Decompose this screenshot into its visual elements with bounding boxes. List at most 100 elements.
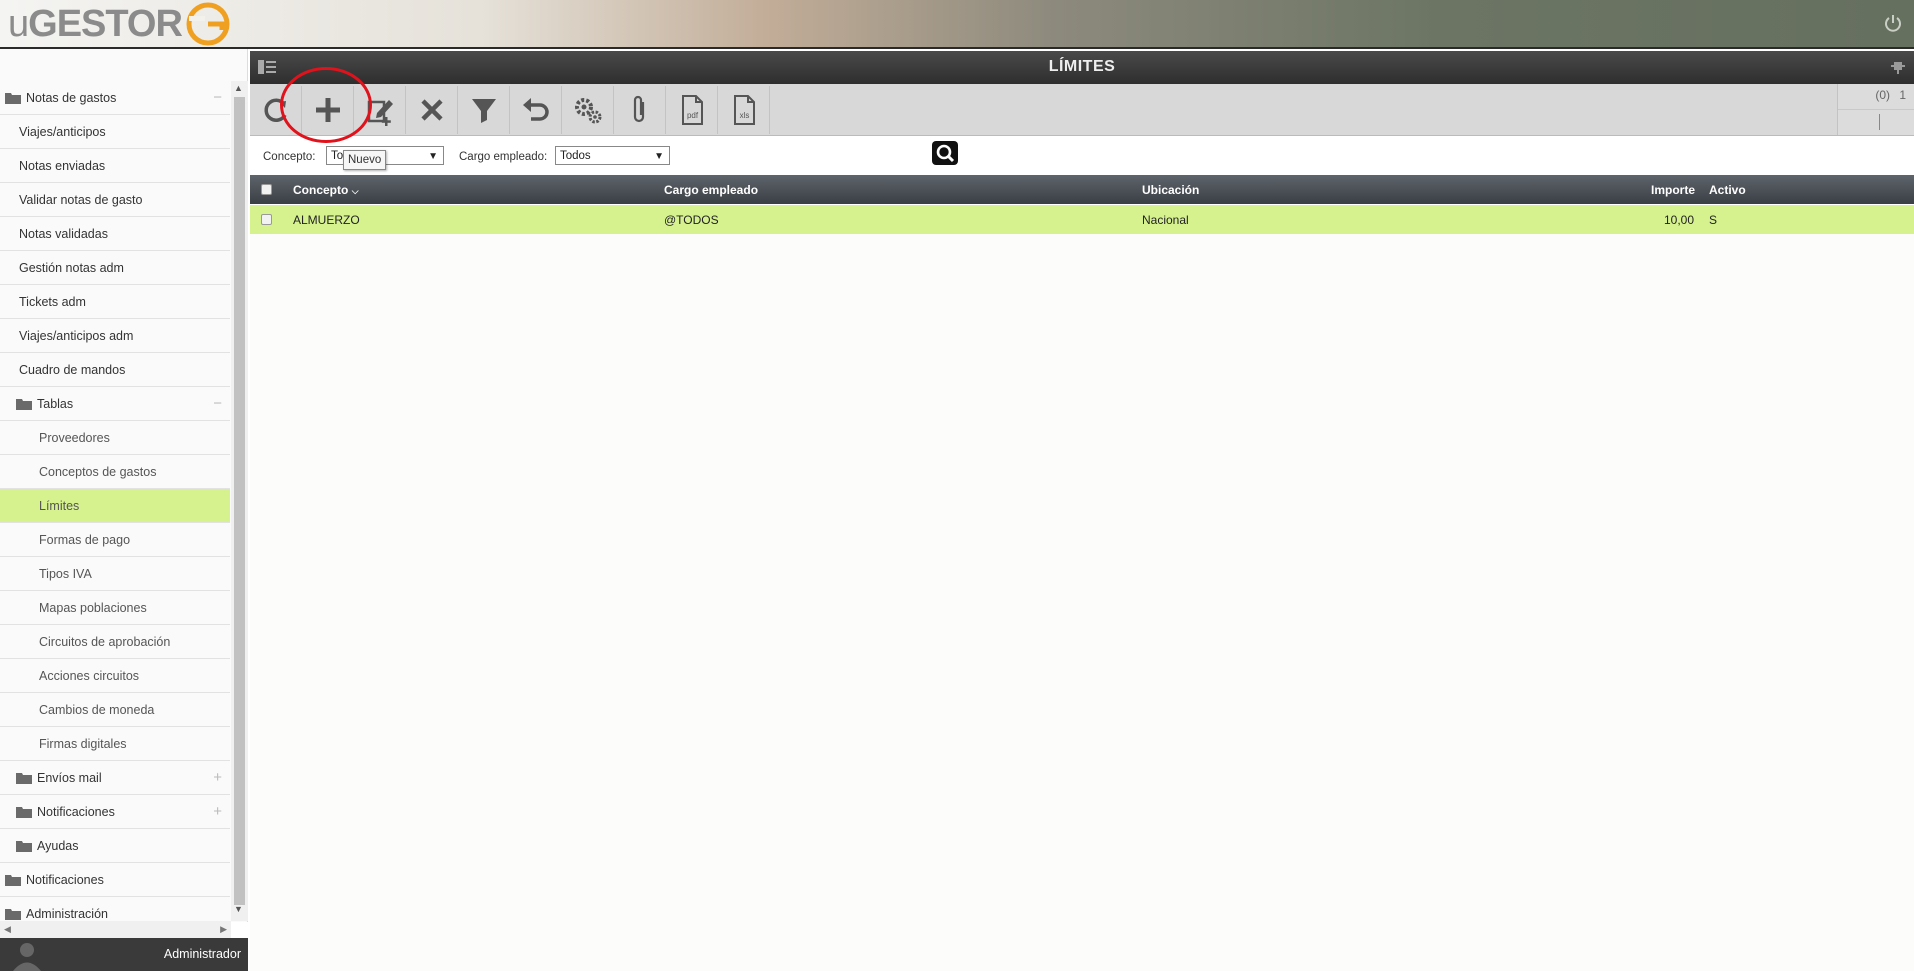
sidebar-item-4[interactable]: Notas validadas	[0, 217, 230, 251]
sidebar-item-9[interactable]: Tablas −	[0, 387, 230, 421]
cell-importe: 10,00	[1664, 213, 1695, 227]
filter-bar: Concepto: To ▼ Cargo empleado: Todos ▼	[250, 137, 1914, 175]
folder-icon	[5, 93, 21, 104]
sidebar-item-label: Ayudas	[37, 838, 79, 853]
user-name[interactable]: Administrador	[164, 947, 241, 961]
close-icon	[420, 99, 443, 121]
cell-activo: S	[1709, 213, 1718, 227]
sidebar-item-8[interactable]: Cuadro de mandos	[0, 353, 230, 387]
sidebar-item-2[interactable]: Notas enviadas	[0, 149, 230, 183]
xls-icon: xls	[733, 95, 755, 125]
sidebar-item-14[interactable]: Tipos IVA	[0, 557, 230, 591]
xls-label: xls	[739, 111, 749, 120]
xls-button[interactable]: xls	[718, 86, 770, 134]
folder-icon	[16, 773, 32, 784]
collapse-icon[interactable]: −	[213, 395, 222, 412]
scroll-up-arrow-icon[interactable]: ▲	[234, 83, 243, 93]
sidebar-item-label: Viajes/anticipos	[19, 124, 106, 139]
sidebar-item-7[interactable]: Viajes/anticipos adm	[0, 319, 230, 353]
sidebar-item-label: Viajes/anticipos adm	[19, 328, 134, 343]
undo-button[interactable]	[510, 86, 562, 134]
row-checkbox[interactable]	[261, 214, 272, 225]
sidebar-item-11[interactable]: Conceptos de gastos	[0, 455, 230, 489]
select-all-checkbox[interactable]	[261, 184, 272, 195]
page-number[interactable]: 1	[1899, 88, 1906, 102]
column-header-ubicacion[interactable]: Ubicación	[1142, 183, 1199, 197]
scroll-right-arrow-icon[interactable]: ▶	[220, 924, 227, 935]
sidebar-item-label: Mapas poblaciones	[39, 600, 147, 615]
column-header-concepto[interactable]: Concepto ⌵	[293, 183, 359, 197]
ugestor-logo[interactable]: uGESTOR	[8, 2, 230, 46]
search-button[interactable]	[932, 141, 958, 165]
gears-icon	[574, 98, 601, 124]
sidebar-item-20[interactable]: Envíos mail +	[0, 761, 230, 795]
sidebar-item-17[interactable]: Acciones circuitos	[0, 659, 230, 693]
sidebar-item-12[interactable]: Límites	[0, 489, 230, 523]
sidebar-item-15[interactable]: Mapas poblaciones	[0, 591, 230, 625]
sidebar-item-0[interactable]: Notas de gastos −	[0, 81, 230, 115]
sidebar-item-10[interactable]: Proveedores	[0, 421, 230, 455]
grid-empty-area	[250, 234, 1914, 971]
column-header-cargo[interactable]: Cargo empleado	[664, 183, 758, 197]
refresh-button[interactable]	[250, 86, 302, 134]
user-bar: Administrador	[0, 938, 248, 971]
logo-u: u	[8, 2, 29, 45]
scroll-down-arrow-icon[interactable]: ▼	[234, 904, 243, 914]
sidebar-item-label: Cuadro de mandos	[19, 362, 126, 377]
sidebar-item-label: Conceptos de gastos	[39, 464, 157, 479]
expand-icon[interactable]: +	[213, 803, 222, 820]
cell-concepto: ALMUERZO	[293, 213, 360, 227]
sidebar-item-22[interactable]: Ayudas	[0, 829, 230, 863]
sidebar-item-label: Tickets adm	[19, 294, 86, 309]
search-icon	[936, 144, 955, 163]
sidebar-item-1[interactable]: Viajes/anticipos	[0, 115, 230, 149]
column-header-activo[interactable]: Activo	[1709, 183, 1746, 197]
settings-button[interactable]	[562, 86, 614, 134]
record-count: (0)	[1875, 88, 1890, 102]
sidebar-item-label: Tablas	[37, 396, 74, 411]
sidebar-item-21[interactable]: Notificaciones +	[0, 795, 230, 829]
sidebar-item-3[interactable]: Validar notas de gasto	[0, 183, 230, 217]
sidebar-item-16[interactable]: Circuitos de aprobación	[0, 625, 230, 659]
folder-icon	[5, 909, 21, 920]
page-slider[interactable]	[1879, 114, 1880, 130]
sidebar-item-23[interactable]: Notificaciones	[0, 863, 230, 897]
cell-ubicacion: Nacional	[1142, 213, 1189, 227]
sidebar-item-6[interactable]: Tickets adm	[0, 285, 230, 319]
scroll-left-arrow-icon[interactable]: ◀	[4, 924, 11, 935]
chevron-down-icon: ▼	[428, 151, 438, 162]
logo-mark-icon	[186, 2, 230, 46]
sidebar-scroll-thumb[interactable]	[234, 97, 245, 905]
edit-button[interactable]	[354, 86, 406, 134]
expand-icon[interactable]: +	[213, 769, 222, 786]
cargo-label: Cargo empleado:	[459, 151, 548, 163]
undo-icon	[522, 98, 549, 121]
pdf-button[interactable]: pdf	[666, 86, 718, 134]
sidebar-menu: Notas de gastos − Viajes/anticipos Notas en…	[0, 81, 230, 931]
power-icon[interactable]	[1882, 12, 1904, 34]
folder-icon	[16, 841, 32, 852]
page-titlebar: LÍMITES	[250, 51, 1914, 84]
collapse-icon[interactable]: −	[213, 89, 222, 106]
sidebar-item-label: Notificaciones	[37, 804, 115, 819]
folder-icon	[16, 399, 32, 410]
filter-button[interactable]	[458, 86, 510, 134]
sidebar-item-18[interactable]: Cambios de moneda	[0, 693, 230, 727]
sidebar-item-19[interactable]: Firmas digitales	[0, 727, 230, 761]
cell-cargo: @TODOS	[664, 213, 719, 227]
sidebar-item-5[interactable]: Gestión notas adm	[0, 251, 230, 285]
delete-button[interactable]	[406, 86, 458, 134]
column-header-importe[interactable]: Importe	[1651, 183, 1695, 197]
page-title: LÍMITES	[1048, 58, 1116, 75]
sidebar-item-13[interactable]: Formas de pago	[0, 523, 230, 557]
cargo-select[interactable]: Todos ▼	[555, 146, 670, 165]
table-row[interactable]: ALMUERZO @TODOS Nacional 10,00 S	[250, 205, 1914, 234]
attach-button[interactable]	[614, 86, 666, 134]
new-button[interactable]	[302, 86, 354, 134]
sidebar-item-label: Envíos mail	[37, 770, 102, 785]
pdf-icon: pdf	[681, 95, 703, 125]
sidebar-hscrollbar[interactable]: ◀ ▶	[0, 921, 231, 938]
paperclip-icon	[633, 95, 644, 123]
tooltip: Nuevo	[343, 150, 387, 170]
pin-icon[interactable]	[1890, 59, 1906, 75]
